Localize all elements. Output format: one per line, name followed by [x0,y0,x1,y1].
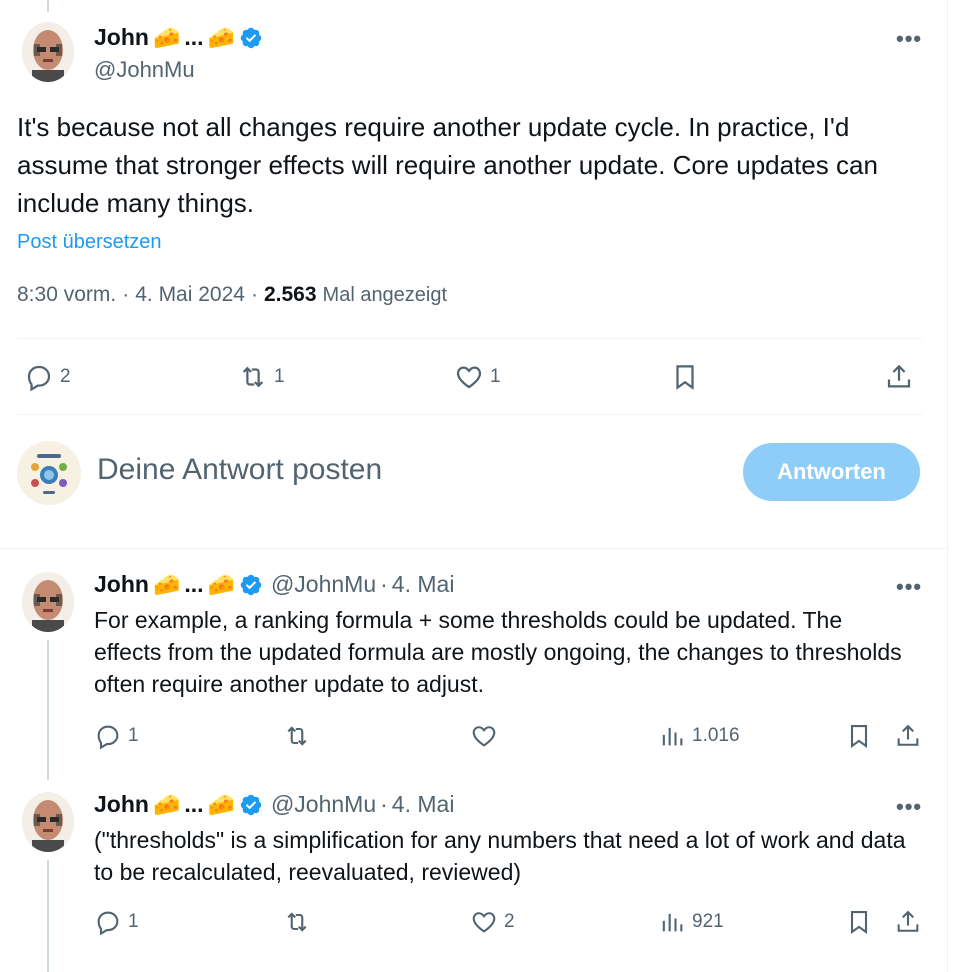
bookmark-icon [676,365,694,390]
reply-header: John 🧀 ... 🧀 @JohnMu · 4. Mai [94,791,455,818]
bookmark-button[interactable] [845,722,873,750]
share-icon [897,724,919,746]
column-border [947,0,948,972]
like-button[interactable]: 2 [470,908,515,936]
share-button[interactable] [894,908,922,936]
author-name-ellipsis: ... [184,571,204,597]
author-name[interactable]: John [94,571,149,598]
reply-header: John 🧀 ... 🧀 @JohnMu · 4. Mai [94,571,455,598]
views-count: 1.016 [692,725,740,746]
post-text: It's because not all changes require ano… [17,112,878,218]
heart-icon [472,912,496,933]
share-button[interactable] [884,362,914,392]
user-avatar-logo-icon [17,441,81,505]
avatar-portrait-icon [22,572,74,632]
reply-count: 1 [128,911,139,932]
analytics-bars-icon [662,727,683,746]
reply-date[interactable]: 4. Mai [392,791,455,818]
share-icon [887,364,911,388]
author-name-ellipsis: ... [184,791,204,817]
author-handle[interactable]: @JohnMu [271,571,376,598]
reply-button[interactable]: 1 [94,722,139,750]
cheese-emoji-icon: 🧀 [152,24,181,50]
repost-count: 1 [274,366,285,387]
like-count: 1 [490,366,501,387]
bookmark-icon [850,725,868,748]
more-options-icon[interactable]: ••• [896,574,922,600]
reply-icon [97,911,119,936]
like-button[interactable] [470,722,504,750]
avatar-portrait-icon [22,792,74,852]
thread-connector-line [47,0,49,12]
reply-date[interactable]: 4. Mai [392,571,455,598]
author-name-row: John 🧀 ... 🧀 [94,24,263,51]
heart-icon [472,726,496,747]
repost-icon [242,366,264,388]
post-time[interactable]: 8:30 vorm. [17,283,116,307]
author-handle[interactable]: @JohnMu [94,57,195,83]
repost-button[interactable] [283,722,317,750]
avatar[interactable] [22,792,74,852]
bookmark-icon [850,911,868,934]
cheese-emoji-icon: 🧀 [207,571,235,597]
reply-button[interactable]: 2 [24,362,71,392]
verified-badge-icon [240,27,262,48]
author-name[interactable]: John [94,791,149,818]
like-count: 2 [504,911,515,932]
verified-badge-icon [240,574,262,595]
views-label: Mal angezeigt [322,284,448,306]
more-options-icon[interactable]: ••• [896,794,922,820]
heart-icon [456,366,482,389]
bookmark-button[interactable] [670,362,700,392]
share-icon [897,910,919,932]
reply-input[interactable]: Deine Antwort posten [97,453,382,487]
bookmark-button[interactable] [845,908,873,936]
verified-badge-icon [240,794,262,815]
thread-connector-line [47,860,49,972]
more-options-icon[interactable]: ••• [896,26,922,52]
author-name-ellipsis: ... [184,24,204,50]
views-count: 2.563 [263,283,317,306]
reply-icon [97,725,119,750]
views-button[interactable]: 1.016 [658,722,740,750]
repost-button[interactable]: 1 [238,362,285,392]
avatar[interactable] [22,572,74,632]
post-date[interactable]: 4. Mai 2024 [135,283,245,307]
reply-icon [27,365,51,392]
reply-button[interactable]: 1 [94,908,139,936]
divider [17,338,922,339]
reply-text: For example, a ranking formula + some th… [94,607,902,697]
repost-icon [287,912,307,932]
cheese-emoji-icon: 🧀 [207,24,235,50]
avatar-portrait-icon [22,22,74,82]
reply-count: 2 [60,366,71,387]
like-button[interactable]: 1 [454,362,501,392]
reply-count: 1 [128,725,139,746]
analytics-bars-icon [662,913,683,932]
views-button[interactable]: 921 [658,908,724,936]
reply-text: ("thresholds" is a simplification for an… [94,827,906,885]
cheese-emoji-icon: 🧀 [152,571,181,597]
translate-post-link[interactable]: Post übersetzen [17,231,162,254]
share-button[interactable] [894,722,922,750]
views-count: 921 [692,911,724,932]
repost-icon [287,726,307,746]
avatar[interactable] [22,22,74,82]
divider [17,414,922,415]
reply-submit-button[interactable]: Antworten [743,443,920,501]
user-avatar[interactable] [17,441,81,505]
divider [0,548,947,549]
post-meta: 8:30 vorm. · 4. Mai 2024 · 2.563 Mal ang… [17,283,448,307]
cheese-emoji-icon: 🧀 [152,791,181,817]
thread-connector-line [47,640,49,780]
author-handle[interactable]: @JohnMu [271,791,376,818]
cheese-emoji-icon: 🧀 [207,791,235,817]
repost-button[interactable] [283,908,317,936]
author-name[interactable]: John [94,24,149,51]
